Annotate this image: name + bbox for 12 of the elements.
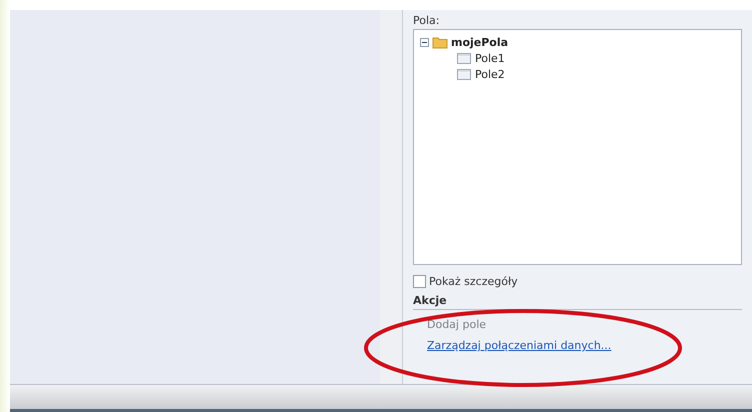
tree-item[interactable]: Pole2 [475, 68, 505, 80]
collapse-icon[interactable] [420, 38, 429, 46]
field-icon [456, 67, 472, 81]
section-heading: Akcje [413, 294, 742, 310]
field-icon [456, 51, 472, 65]
tree-item[interactable]: mojePola [451, 36, 508, 48]
fields-label: Pola: [413, 13, 440, 29]
checkbox-label: Pokaż szczegóły [429, 275, 518, 288]
folder-icon [432, 35, 448, 49]
tree-item[interactable]: Pole1 [475, 52, 505, 64]
action-link[interactable]: Zarządzaj połączeniami danych... [427, 339, 612, 352]
checkbox[interactable] [413, 275, 426, 288]
